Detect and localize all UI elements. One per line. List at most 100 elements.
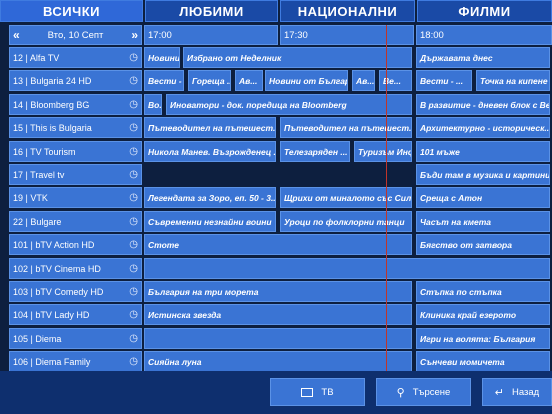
clock-icon[interactable]: ◷ [129, 239, 138, 250]
channel-name: 14 | Bloomberg BG [13, 99, 90, 110]
channel-name: 16 | TV Tourism [13, 146, 76, 157]
channel-name: 19 | VTK [13, 192, 48, 203]
time-header-label: 17:00 [148, 29, 172, 41]
program-title: Туризъм Инфо [358, 146, 411, 157]
program-cell[interactable]: Сънчеви момичета [416, 351, 550, 372]
clock-icon[interactable]: ◷ [129, 263, 138, 274]
channel-name: 101 | bTV Action HD [13, 239, 95, 250]
program-cell[interactable] [144, 258, 550, 279]
time-header-label: 17:30 [284, 29, 308, 41]
program-title: Архитектурно - историческ... [420, 122, 550, 133]
program-cell[interactable]: Бъди там в музика и картини [416, 164, 550, 185]
channel-row-header[interactable]: 19 | VTK ◷ [9, 187, 142, 208]
program-cell[interactable]: Пътеводител на пътешест... [280, 117, 412, 138]
program-cell[interactable]: Телезаряден ... [280, 141, 350, 162]
channel-row-header[interactable]: 22 | Bulgare ◷ [9, 211, 142, 232]
program-cell[interactable]: Сияйна луна [144, 351, 412, 372]
tab-all[interactable]: ВСИЧКИ [0, 0, 143, 22]
tab-favorites[interactable]: ЛЮБИМИ [145, 0, 278, 22]
program-title: В развитие - дневен блок с Ве [420, 99, 550, 110]
channel-row-header[interactable]: 106 | Diema Family ◷ [9, 351, 142, 372]
program-cell[interactable]: Легендата за Зоро, еп. 50 - 3... [144, 187, 276, 208]
channel-row-header[interactable]: 13 | Bulgaria 24 HD ◷ [9, 70, 142, 91]
program-cell[interactable]: Избрано от Неделник [183, 47, 412, 68]
clock-icon[interactable]: ◷ [129, 99, 138, 110]
program-cell[interactable]: Вести - ... [144, 70, 184, 91]
program-cell[interactable]: Туризъм Инфо [354, 141, 412, 162]
clock-icon[interactable]: ◷ [129, 75, 138, 86]
channel-name: 106 | Diema Family [13, 356, 91, 367]
channel-row-header[interactable]: 104 | bTV Lady HD ◷ [9, 304, 142, 325]
channel-row-header[interactable]: 12 | Alfa TV ◷ [9, 47, 142, 68]
program-cell[interactable]: 101 мъже [416, 141, 550, 162]
search-button[interactable]: ⚲ Търсене [376, 378, 471, 406]
program-title: Иноватори - док. поредица на Bloomberg [170, 99, 347, 110]
time-header-1730: 17:30 [280, 25, 414, 45]
channel-row-header[interactable]: 103 | bTV Comedy HD ◷ [9, 281, 142, 302]
clock-icon[interactable]: ◷ [129, 216, 138, 227]
program-cell[interactable]: Новини от Българ... [265, 70, 348, 91]
channel-row-header[interactable]: 105 | Diema ◷ [9, 328, 142, 349]
time-header-label: 18:00 [420, 29, 444, 41]
program-cell[interactable]: Точка на кипене [476, 70, 550, 91]
tab-national-label: НАЦИОНАЛНИ [297, 3, 398, 19]
back-arrow-icon: ↵ [494, 386, 504, 399]
clock-icon[interactable]: ◷ [129, 169, 138, 180]
program-cell[interactable]: Стоте [144, 234, 412, 255]
channel-row-header[interactable]: 15 | This is Bulgaria ◷ [9, 117, 142, 138]
program-cell[interactable]: Никола Манев. Възрожденец ... [144, 141, 276, 162]
clock-icon[interactable]: ◷ [129, 309, 138, 320]
chevron-left-icon[interactable]: « [13, 28, 20, 42]
program-cell[interactable]: Во... [144, 94, 162, 115]
program-cell[interactable]: Щрихи от миналото със Сил... [280, 187, 412, 208]
program-cell[interactable]: Архитектурно - историческ... [416, 117, 550, 138]
program-cell[interactable]: Съвременни незнайни воини [144, 211, 276, 232]
back-button[interactable]: ↵ Назад [482, 378, 552, 406]
program-cell[interactable]: Вести - ... [416, 70, 472, 91]
clock-icon[interactable]: ◷ [129, 52, 138, 63]
tv-icon [301, 387, 314, 397]
channel-row-header[interactable]: 16 | TV Tourism ◷ [9, 141, 142, 162]
date-navigator: « Втo, 10 Септ » [9, 25, 142, 45]
clock-icon[interactable]: ◷ [129, 146, 138, 157]
program-title: Часът на кмета [420, 216, 492, 227]
program-cell[interactable]: Игри на волята: България [416, 328, 550, 349]
tab-movies[interactable]: ФИЛМИ [417, 0, 552, 22]
channel-row-header[interactable]: 102 | bTV Cinema HD ◷ [9, 258, 142, 279]
program-cell[interactable]: Истинска звезда [144, 304, 412, 325]
program-title: Вести - ... [148, 75, 183, 86]
program-cell[interactable]: Новини [144, 47, 180, 68]
clock-icon[interactable]: ◷ [129, 192, 138, 203]
channel-row-header[interactable]: 101 | bTV Action HD ◷ [9, 234, 142, 255]
program-cell[interactable]: Иноватори - док. поредица на Bloomberg [166, 94, 412, 115]
tv-button[interactable]: ТВ [270, 378, 365, 406]
tab-national[interactable]: НАЦИОНАЛНИ [280, 0, 415, 22]
program-cell[interactable]: Клиника край езерото [416, 304, 550, 325]
clock-icon[interactable]: ◷ [129, 122, 138, 133]
tab-movies-label: ФИЛМИ [458, 3, 511, 19]
chevron-right-icon[interactable]: » [131, 28, 138, 42]
program-cell[interactable]: Стъпка по стъпка [416, 281, 550, 302]
time-header-1700: 17:00 [144, 25, 278, 45]
clock-icon[interactable]: ◷ [129, 356, 138, 367]
program-title: Бъди там в музика и картини [420, 169, 550, 180]
program-title: Стъпка по стъпка [420, 286, 502, 297]
program-cell[interactable]: Гореща ... [188, 70, 231, 91]
program-cell[interactable]: Часът на кмета [416, 211, 550, 232]
channel-row-header[interactable]: 14 | Bloomberg BG ◷ [9, 94, 142, 115]
program-cell[interactable]: България на три морета [144, 281, 412, 302]
back-button-label: Назад [511, 386, 540, 398]
program-cell[interactable]: Ав... [352, 70, 375, 91]
program-cell[interactable]: Уроци по фолклорни танци [280, 211, 412, 232]
program-cell[interactable] [144, 328, 412, 349]
program-cell[interactable]: Бягство от затвора [416, 234, 550, 255]
program-cell[interactable]: Държавата днес [416, 47, 550, 68]
channel-row-header[interactable]: 17 | Travel tv ◷ [9, 164, 142, 185]
program-cell[interactable]: Пътеводител на пътешест... [144, 117, 276, 138]
program-cell[interactable]: В развитие - дневен блок с Ве [416, 94, 550, 115]
clock-icon[interactable]: ◷ [129, 286, 138, 297]
clock-icon[interactable]: ◷ [129, 333, 138, 344]
program-cell[interactable]: Ав... [235, 70, 263, 91]
program-cell[interactable]: Среща с Атон [416, 187, 550, 208]
program-cell[interactable]: Ве... [379, 70, 412, 91]
